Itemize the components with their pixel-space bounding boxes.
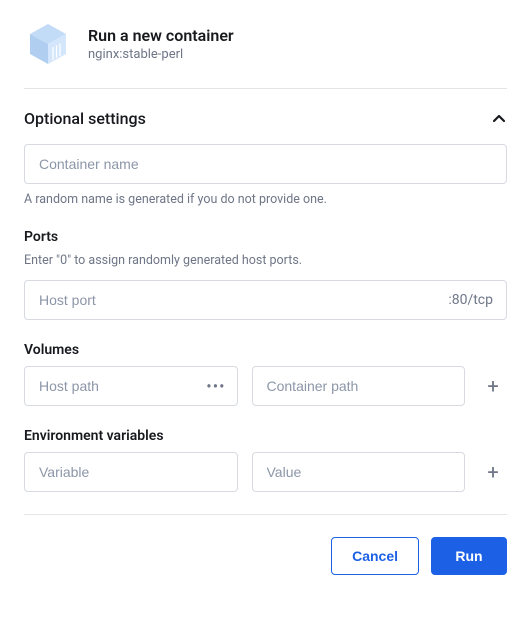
optional-settings-heading: Optional settings [24,109,146,128]
volumes-label: Volumes [24,342,507,358]
env-variable-input[interactable] [24,452,238,492]
dialog-header: Run a new container nginx:stable-perl [24,20,507,89]
dialog-footer: Cancel Run [24,514,507,575]
env-value-input[interactable] [252,452,466,492]
add-env-button[interactable]: + [479,458,507,486]
optional-settings-toggle[interactable]: Optional settings [24,109,507,128]
dialog-title: Run a new container [88,26,234,45]
env-label: Environment variables [24,428,507,444]
chevron-up-icon [491,111,507,127]
container-cube-icon [24,20,72,68]
container-name-helper: A random name is generated if you do not… [24,192,507,207]
ports-helper: Enter "0" to assign randomly generated h… [24,253,507,268]
ports-label: Ports [24,229,507,245]
host-port-input[interactable] [24,280,507,320]
run-button[interactable]: Run [431,537,507,575]
browse-host-path-icon[interactable]: ••• [206,377,225,396]
add-volume-button[interactable]: + [479,372,507,400]
image-name: nginx:stable-perl [88,47,234,62]
container-name-input[interactable] [24,144,507,184]
container-path-input[interactable] [252,366,466,406]
cancel-button[interactable]: Cancel [331,537,419,575]
